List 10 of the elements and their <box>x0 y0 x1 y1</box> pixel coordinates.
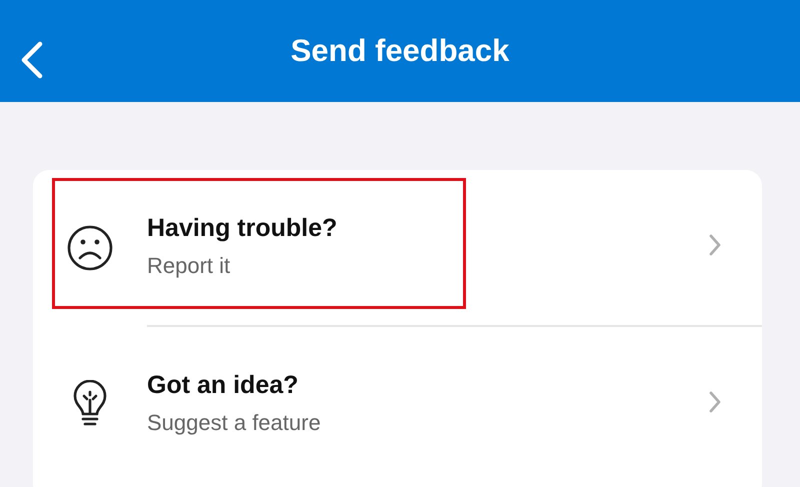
option-title: Having trouble? <box>147 214 338 243</box>
chevron-icon <box>708 233 722 257</box>
feedback-option[interactable]: Got an idea? Suggest a feature <box>33 327 762 482</box>
sad-face-icon <box>65 222 115 272</box>
option-title: Got an idea? <box>147 371 300 400</box>
feedback-option[interactable]: Having trouble? Report it <box>33 170 762 325</box>
option-subtitle: Report it <box>147 253 232 279</box>
option-subtitle: Suggest a feature <box>147 410 322 436</box>
screen-title: Send feedback <box>290 33 510 69</box>
chevron-icon <box>708 390 722 414</box>
